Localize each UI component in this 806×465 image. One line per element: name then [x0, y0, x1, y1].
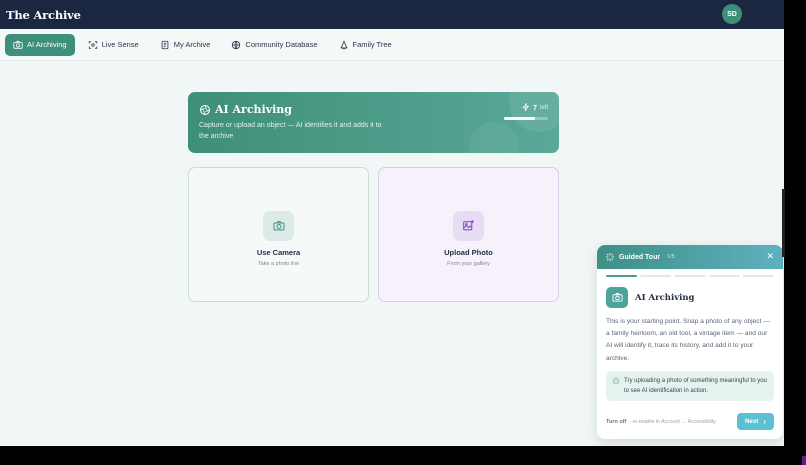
credits-counter: 7 left [522, 102, 548, 113]
turn-off-link[interactable]: Turn off [606, 419, 626, 425]
nav-item-label: Live Sense [101, 40, 139, 49]
tour-step-indicator [597, 275, 783, 277]
step-dot [674, 275, 706, 277]
step-dot [708, 275, 740, 277]
step-dot [742, 275, 775, 277]
tour-body-text: This is your starting point. Snap a phot… [606, 318, 770, 362]
guided-tour-panel: Guided Tour 1/5 ✕ AI Archiving This is y… [597, 245, 783, 439]
bolt-icon [522, 102, 530, 113]
nav-item-my-archive[interactable]: My Archive [152, 34, 219, 56]
use-camera-card[interactable]: Use Camera Take a photo live [188, 167, 369, 302]
turn-off-note: · re-enable in Account → Accessibility [629, 418, 716, 425]
card-subtitle: From your gallery [447, 260, 490, 267]
hero-banner: AI Archiving Capture or upload an object… [188, 92, 559, 153]
nav-item-ai-archiving[interactable]: AI Archiving [5, 33, 75, 56]
chevron-right-icon: › [763, 417, 767, 426]
window-edge [782, 189, 785, 257]
window-edge-marker [802, 456, 806, 465]
user-avatar[interactable]: SD [722, 4, 742, 24]
app-window: The Archive SD AI Archiving Live Sense M… [0, 0, 784, 446]
step-dot [606, 275, 638, 277]
nav-item-label: Community Database [245, 40, 318, 49]
hero-description: Capture or upload an object — AI identif… [199, 122, 382, 140]
credits-label: left [539, 105, 548, 111]
tour-title: Guided Tour [619, 253, 661, 261]
tour-footer: Turn off · re-enable in Account → Access… [606, 413, 774, 430]
image-add-icon [453, 210, 484, 241]
tour-feature-title: AI Archiving [635, 292, 695, 303]
upload-photo-card[interactable]: Upload Photo From your gallery [378, 167, 559, 302]
credits-progress-bar [504, 117, 548, 120]
close-icon[interactable]: ✕ [766, 251, 774, 262]
credits-count: 7 [533, 104, 537, 112]
card-title: Upload Photo [444, 247, 493, 257]
tour-step-counter: 1/5 [667, 254, 675, 260]
nav-item-live-sense[interactable]: Live Sense [80, 34, 147, 56]
nav-item-community-database[interactable]: Community Database [223, 34, 325, 56]
scan-icon [88, 40, 98, 50]
aperture-icon [199, 104, 211, 116]
tour-tip: Try uploading a photo of something meani… [606, 370, 774, 401]
hero-title-text: AI Archiving [215, 103, 292, 116]
nav-item-family-tree[interactable]: Family Tree [331, 34, 400, 56]
card-title: Use Camera [256, 247, 301, 257]
next-button-label: Next [744, 418, 759, 425]
nav-item-label: Family Tree [352, 40, 392, 49]
top-bar: The Archive SD [0, 0, 784, 29]
tour-header: Guided Tour 1/5 ✕ [597, 245, 783, 269]
camera-icon [13, 40, 23, 50]
sparkle-icon [605, 252, 615, 262]
sparkle-icon [612, 377, 620, 385]
card-subtitle: Take a photo live [257, 260, 300, 267]
tour-feature: AI Archiving [606, 287, 783, 308]
tour-tip-text: Try uploading a photo of something meani… [624, 377, 767, 394]
camera-icon [606, 287, 628, 308]
decor-circle [469, 122, 519, 153]
step-dot [640, 275, 672, 277]
main-nav: AI Archiving Live Sense My Archive Commu… [0, 29, 784, 61]
bell-tree-icon [339, 39, 349, 50]
app-logo[interactable]: The Archive [6, 8, 81, 22]
nav-item-label: My Archive [173, 40, 211, 49]
camera-icon [263, 210, 294, 241]
archive-icon [160, 40, 170, 50]
hero-title: AI Archiving [199, 103, 292, 116]
nav-item-label: AI Archiving [27, 40, 67, 49]
credits-progress-fill [504, 117, 535, 120]
globe-icon [231, 40, 241, 50]
next-button[interactable]: Next › [737, 413, 774, 430]
